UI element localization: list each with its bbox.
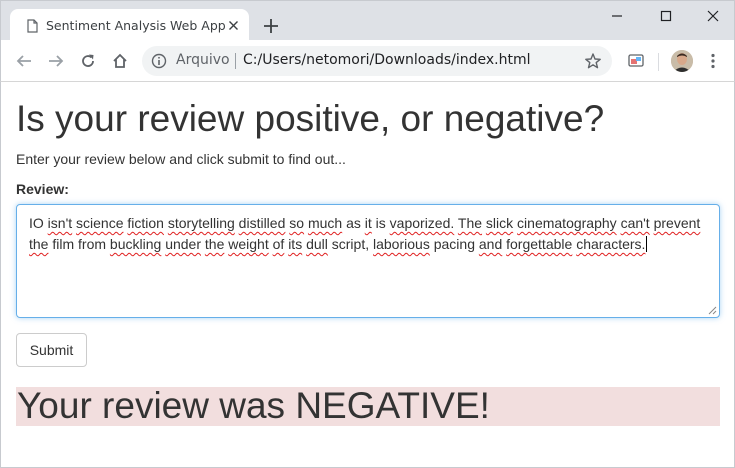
star-icon[interactable]	[584, 52, 602, 70]
title-bar: Sentiment Analysis Web App	[0, 0, 735, 42]
home-icon[interactable]	[111, 52, 129, 70]
back-icon[interactable]	[15, 52, 33, 70]
window-close-icon[interactable]	[704, 7, 722, 25]
text-caret	[646, 236, 648, 252]
result-banner: Your review was NEGATIVE!	[16, 385, 720, 426]
omnibox-divider	[235, 53, 236, 69]
toolbar-divider	[658, 53, 659, 71]
review-text: IO isn't science fiction storytelling di…	[29, 215, 701, 252]
menu-icon[interactable]	[704, 52, 722, 70]
review-textarea[interactable]: IO isn't science fiction storytelling di…	[16, 204, 720, 318]
address-bar[interactable]: Arquivo C:/Users/netomori/Downloads/inde…	[142, 46, 612, 76]
forward-icon[interactable]	[47, 52, 65, 70]
page-content: Is your review positive, or negative? En…	[0, 82, 735, 468]
new-tab-icon[interactable]	[262, 17, 280, 35]
submit-button[interactable]: Submit	[16, 333, 87, 367]
origin-chip: Arquivo	[176, 52, 230, 68]
resize-grip-icon[interactable]	[708, 306, 717, 315]
maximize-icon[interactable]	[657, 7, 675, 25]
avatar[interactable]	[671, 50, 693, 72]
minimize-icon[interactable]	[608, 7, 626, 25]
reload-icon[interactable]	[79, 52, 97, 70]
review-label: Review:	[16, 181, 69, 197]
profile-photo-icon	[671, 50, 693, 72]
close-icon[interactable]	[226, 18, 241, 33]
tab-title: Sentiment Analysis Web App	[46, 18, 226, 33]
browser-tab[interactable]: Sentiment Analysis Web App	[10, 9, 249, 42]
page-icon	[27, 19, 38, 33]
url-text[interactable]: C:/Users/netomori/Downloads/index.html	[243, 52, 530, 68]
browser-toolbar: Arquivo C:/Users/netomori/Downloads/inde…	[0, 40, 735, 82]
intro-text: Enter your review below and click submit…	[16, 151, 346, 167]
info-icon[interactable]	[151, 53, 167, 69]
page-title: Is your review positive, or negative?	[16, 98, 605, 139]
result-text: Your review was NEGATIVE!	[17, 385, 490, 426]
extension-icon[interactable]	[627, 52, 645, 70]
